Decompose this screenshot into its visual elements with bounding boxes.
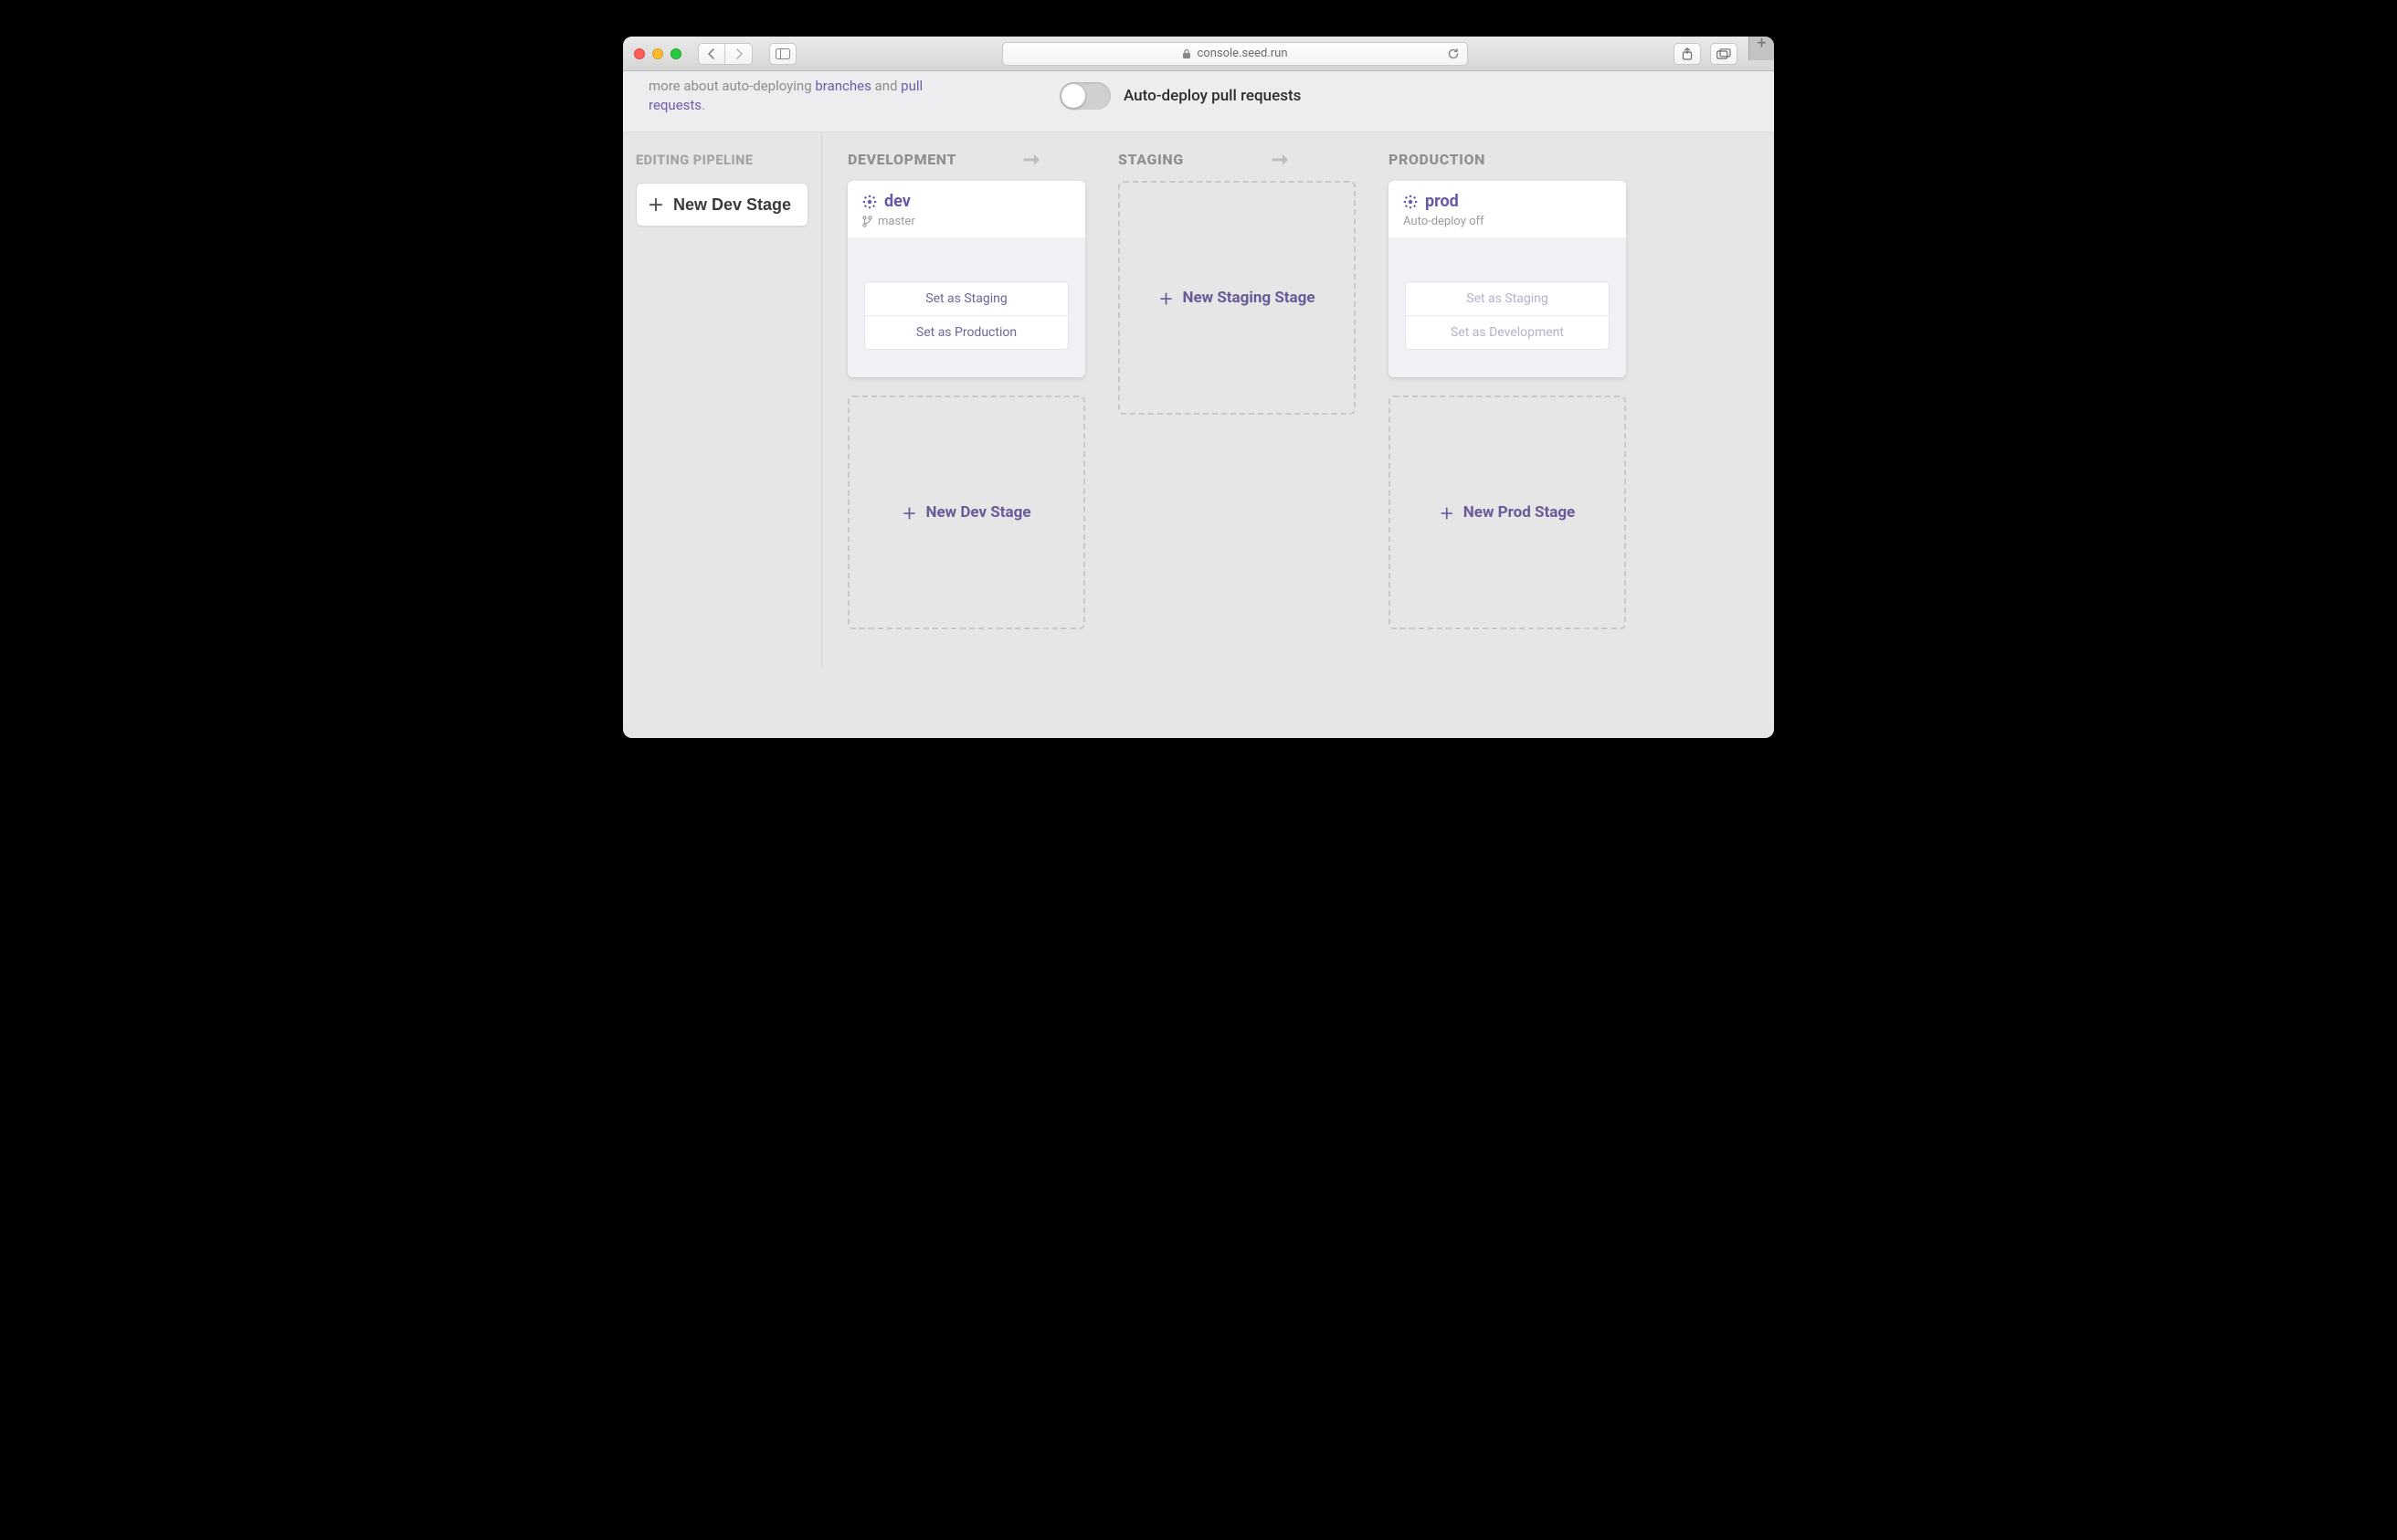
auto-deploy-toggle-label: Auto-deploy pull requests xyxy=(1124,87,1301,105)
plus-icon: ＋ xyxy=(648,193,664,216)
dev-stage-branch: master xyxy=(878,215,915,228)
nav-buttons xyxy=(698,43,753,65)
titlebar: console.seed.run + xyxy=(623,37,1774,71)
dev-set-as-staging-button[interactable]: Set as Staging xyxy=(865,282,1068,316)
dev-stage-name[interactable]: dev xyxy=(884,192,911,211)
prod-set-as-staging-button[interactable]: Set as Staging xyxy=(1406,282,1609,316)
development-header: DEVELOPMENT xyxy=(848,151,956,168)
prod-action-list: Set as Staging Set as Development xyxy=(1405,281,1610,350)
dev-set-as-production-button[interactable]: Set as Production xyxy=(865,316,1068,349)
dev-stage-card: dev master Set as Staging xyxy=(848,181,1085,377)
new-prod-stage-card[interactable]: ＋ New Prod Stage xyxy=(1389,396,1626,629)
pipeline-area: EDITING PIPELINE ＋ New Dev Stage DEVELOP… xyxy=(623,132,1774,666)
gear-icon[interactable] xyxy=(862,195,877,209)
url-bar[interactable]: console.seed.run xyxy=(1002,42,1468,66)
new-staging-stage-card[interactable]: ＋ New Staging Stage xyxy=(1118,181,1356,415)
gear-icon[interactable] xyxy=(1403,195,1418,209)
help-text-suffix: . xyxy=(702,97,705,113)
sidebar-new-dev-stage-label: New Dev Stage xyxy=(673,195,791,215)
plus-icon: ＋ xyxy=(1158,287,1173,309)
new-dev-stage-card[interactable]: ＋ New Dev Stage xyxy=(848,396,1085,629)
share-button[interactable] xyxy=(1674,43,1701,65)
help-text-prefix: more about auto-deploying xyxy=(649,78,815,94)
tabs-button[interactable] xyxy=(1710,43,1737,65)
development-column: DEVELOPMENT dev xyxy=(848,151,1118,629)
new-prod-stage-label: New Prod Stage xyxy=(1463,503,1575,522)
sidebar-toggle-button[interactable] xyxy=(769,43,797,65)
branches-link[interactable]: branches xyxy=(815,78,871,94)
url-text: console.seed.run xyxy=(1197,47,1287,60)
auto-deploy-toggle[interactable] xyxy=(1060,82,1111,110)
sidebar-new-dev-stage-button[interactable]: ＋ New Dev Stage xyxy=(636,183,808,227)
branch-icon xyxy=(862,216,872,227)
new-dev-stage-label: New Dev Stage xyxy=(925,503,1030,522)
lock-icon xyxy=(1182,48,1191,59)
prod-stage-sub: Auto-deploy off xyxy=(1403,215,1484,228)
dev-stage-body: Set as Staging Set as Production xyxy=(848,237,1085,377)
minimize-window-button[interactable] xyxy=(652,48,663,59)
production-header: PRODUCTION xyxy=(1389,151,1485,168)
production-column: PRODUCTION prod Auto-deploy off xyxy=(1389,151,1659,629)
prod-stage-header: prod Auto-deploy off xyxy=(1389,181,1626,237)
plus-icon: ＋ xyxy=(1440,501,1454,523)
prod-stage-card: prod Auto-deploy off Set as Staging Set … xyxy=(1389,181,1626,377)
help-text-and: and xyxy=(871,78,901,94)
close-window-button[interactable] xyxy=(634,48,645,59)
back-button[interactable] xyxy=(698,43,725,65)
forward-button[interactable] xyxy=(725,43,753,65)
new-tab-button[interactable]: + xyxy=(1748,37,1774,60)
window-controls xyxy=(634,48,681,59)
page-content: more about auto-deploying branches and p… xyxy=(623,71,1774,738)
new-staging-stage-label: New Staging Stage xyxy=(1182,289,1315,307)
arrow-right-icon xyxy=(1272,153,1301,167)
auto-deploy-panel: more about auto-deploying branches and p… xyxy=(623,71,1774,132)
toggle-knob xyxy=(1061,84,1085,108)
plus-icon: ＋ xyxy=(902,501,916,523)
dev-action-list: Set as Staging Set as Production xyxy=(864,281,1069,350)
pipeline-columns: DEVELOPMENT dev xyxy=(822,132,1774,666)
prod-stage-body: Set as Staging Set as Development xyxy=(1389,237,1626,377)
prod-set-as-development-button[interactable]: Set as Development xyxy=(1406,316,1609,349)
editing-sidebar: EDITING PIPELINE ＋ New Dev Stage xyxy=(623,132,822,666)
staging-header: STAGING xyxy=(1118,151,1184,168)
arrow-right-icon xyxy=(1023,153,1052,167)
dev-stage-header: dev master xyxy=(848,181,1085,237)
titlebar-right xyxy=(1674,43,1737,65)
auto-deploy-toggle-row: Auto-deploy pull requests xyxy=(1060,82,1301,110)
reload-icon[interactable] xyxy=(1447,47,1460,60)
fullscreen-window-button[interactable] xyxy=(671,48,681,59)
staging-column: STAGING ＋ New Staging Stage xyxy=(1118,151,1389,629)
sidebar-title: EDITING PIPELINE xyxy=(636,153,808,168)
auto-deploy-help-text: more about auto-deploying branches and p… xyxy=(649,77,950,115)
prod-stage-name[interactable]: prod xyxy=(1425,192,1459,211)
browser-window: console.seed.run + more about auto-deplo… xyxy=(623,37,1774,738)
